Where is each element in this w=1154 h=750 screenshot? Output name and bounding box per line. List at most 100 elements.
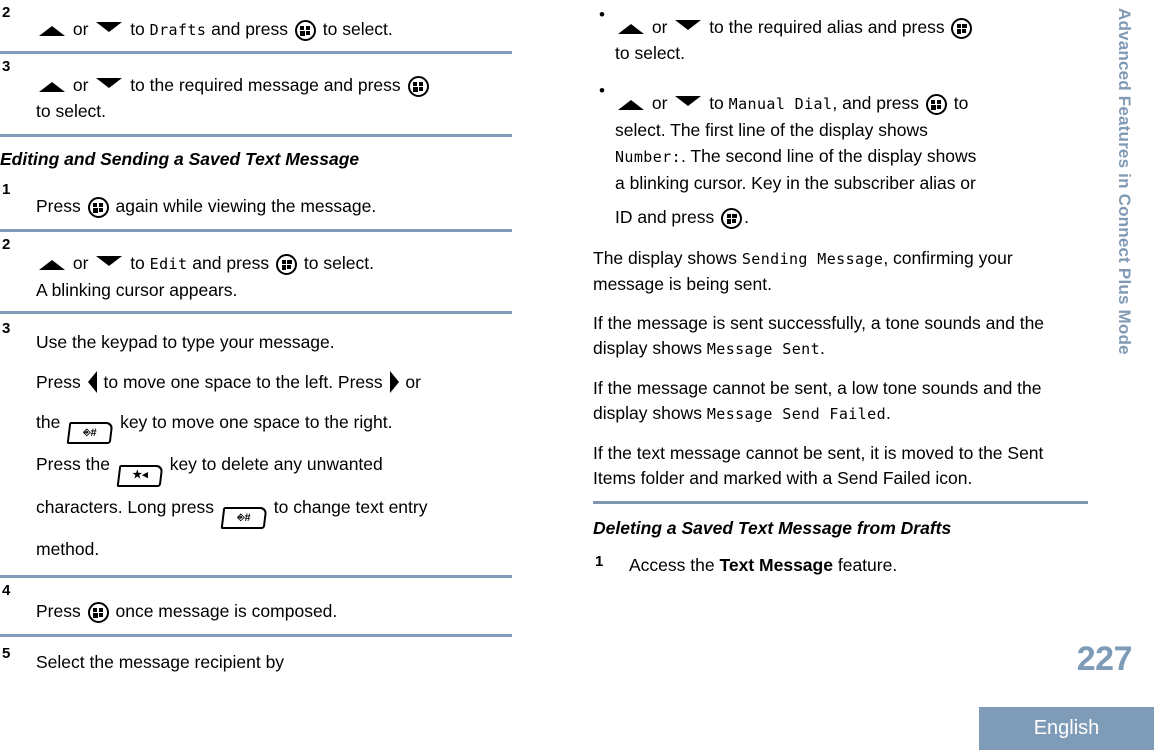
menu-select-button-icon <box>407 76 429 97</box>
step-text-fragment: to select. <box>303 253 374 273</box>
step-text-fragment: Use the keypad to type your message. <box>36 332 335 352</box>
bullet-text-fragment: or <box>651 93 668 113</box>
menu-select-button-icon <box>721 208 743 229</box>
display-value: Manual Dial <box>728 95 833 113</box>
section-heading: Editing and Sending a Saved Text Message <box>0 149 360 169</box>
paragraph: If the message is sent successfully, a t… <box>593 311 1088 362</box>
step-text: Press again while viewing the message. <box>36 193 512 219</box>
paragraph-fragment: The display shows <box>593 248 737 268</box>
step-item: 1 Access the Text Message feature. <box>593 550 1088 586</box>
language-badge: English <box>979 707 1154 750</box>
step-text-fragment: feature. <box>837 555 898 575</box>
chapter-sidebar: Advanced Features in Connect Plus Mode <box>1088 0 1154 620</box>
display-value: Edit <box>149 255 188 273</box>
step-text-fragment: and press <box>192 253 270 273</box>
chapter-title: Advanced Features in Connect Plus Mode <box>1115 8 1134 355</box>
page-number: 227 <box>1076 640 1133 678</box>
display-value: Number: <box>615 148 682 166</box>
step-text-fragment: Press the <box>36 454 110 474</box>
step-text-fragment: Press <box>36 372 81 392</box>
right-column: • or to the required alias and press to … <box>593 0 1088 586</box>
down-arrow-icon <box>675 96 702 106</box>
step-item: 3 or to the required message and press t… <box>0 54 512 134</box>
step-text-fragment: method. <box>36 539 100 559</box>
display-value: Sending Message <box>741 250 884 268</box>
step-number: 1 <box>2 181 11 198</box>
bullet-item: • or to the required alias and press to … <box>593 4 1088 66</box>
bullet-text-fragment: to the required alias and press <box>709 17 945 37</box>
section-heading: Deleting a Saved Text Message from Draft… <box>593 518 952 538</box>
step-text-fragment: or <box>72 19 89 39</box>
step-text: or to Drafts and press to select. <box>36 16 512 43</box>
up-arrow-icon <box>39 82 65 92</box>
up-arrow-icon <box>618 24 644 34</box>
step-item: 2 or to Edit and press to select. A blin… <box>0 232 512 311</box>
step-text-fragment: Press <box>36 196 81 216</box>
right-arrow-icon <box>389 371 399 393</box>
step-text-fragment: and press <box>211 19 288 39</box>
step-number: 3 <box>2 320 11 337</box>
step-text-fragment: Press <box>36 601 81 621</box>
step-text-fragment: key to move one space to the right. <box>120 412 393 432</box>
step-text: Access the Text Message feature. <box>629 552 1088 578</box>
step-number: 2 <box>2 236 11 253</box>
step-item: 5 Select the message recipient by <box>0 637 512 683</box>
step-text: or to the required message and press to … <box>36 72 512 124</box>
bullet-text-fragment: . The second line of the display shows <box>681 146 977 166</box>
bullet-marker: • <box>599 81 605 100</box>
step-text: Press once message is composed. <box>36 598 512 624</box>
step-text-fragment: again while viewing the message. <box>115 196 377 216</box>
step-text-fragment: A blinking cursor appears. <box>36 280 238 300</box>
step-number: 1 <box>595 553 604 570</box>
star-delete-key-icon: ★◂ <box>116 465 164 487</box>
down-arrow-icon <box>96 22 123 32</box>
step-text-fragment: key to delete any unwanted <box>169 454 383 474</box>
step-text-fragment: to <box>130 19 145 39</box>
paragraph-fragment: . <box>886 403 891 423</box>
menu-select-button-icon <box>925 94 947 115</box>
bullet-text-fragment: to <box>709 93 724 113</box>
step-text-fragment: characters. Long press <box>36 497 215 517</box>
step-text-fragment: to move one space to the left. Press <box>103 372 383 392</box>
step-text: Use the keypad to type your message. Pre… <box>36 322 512 569</box>
manual-page: 2 or to Drafts and press to select. 3 or… <box>0 0 1154 750</box>
bullet-text-fragment: , and press <box>832 93 919 113</box>
bullet-text-fragment: select. The first line of the display sh… <box>615 120 928 140</box>
paragraph: If the message cannot be sent, a low ton… <box>593 376 1088 427</box>
left-arrow-icon <box>87 371 97 393</box>
step-text-fragment: the <box>36 412 61 432</box>
step-text-fragment: Select the message recipient by <box>36 652 285 672</box>
step-number: 3 <box>2 58 11 75</box>
bullet-text-fragment: or <box>651 17 668 37</box>
step-item: 2 or to Drafts and press to select. <box>0 0 512 51</box>
step-text-fragment: or <box>405 372 421 392</box>
down-arrow-icon <box>96 78 123 88</box>
paragraph-fragment: . <box>820 338 825 358</box>
step-text-fragment: to the required message and press <box>130 75 401 95</box>
step-item: 1 Press again while viewing the message. <box>0 177 512 229</box>
menu-select-button-icon <box>951 18 973 39</box>
hash-key-icon: ⎆# <box>66 422 114 444</box>
step-item: 3 Use the keypad to type your message. P… <box>0 314 512 575</box>
paragraph: If the text message cannot be sent, it i… <box>593 443 1044 488</box>
step-text-fragment: once message is composed. <box>115 601 338 621</box>
step-text-fragment: to select. <box>36 101 107 121</box>
step-text-fragment: or <box>72 253 89 273</box>
hash-key-icon: ⎆# <box>220 507 268 529</box>
menu-select-button-icon <box>87 197 109 218</box>
bullet-text-fragment: ID and press <box>615 207 715 227</box>
step-number: 2 <box>2 4 11 21</box>
step-number: 4 <box>2 582 11 599</box>
step-item: 4 Press once message is composed. <box>0 578 512 634</box>
up-arrow-icon <box>39 260 65 270</box>
paragraph: The display shows Sending Message, confi… <box>593 246 1088 297</box>
left-column: 2 or to Drafts and press to select. 3 or… <box>0 0 512 683</box>
step-text-fragment: to <box>130 253 145 273</box>
menu-select-button-icon <box>276 254 298 275</box>
up-arrow-icon <box>618 100 644 110</box>
step-text-fragment: or <box>72 75 89 95</box>
bullet-text-fragment: a blinking cursor. Key in the subscriber… <box>615 173 976 193</box>
bullet-item: • or to Manual Dial, and press to select… <box>593 80 1088 230</box>
step-text-fragment: Access the <box>629 555 715 575</box>
bullet-text-fragment: . <box>744 207 749 227</box>
